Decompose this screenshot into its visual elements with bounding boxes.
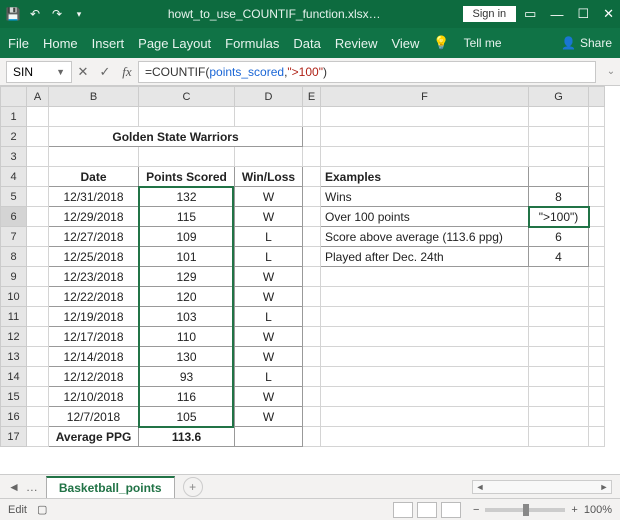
hdr-winloss[interactable]: Win/Loss [235,167,303,187]
view-normal-button[interactable] [393,502,413,518]
sheet-tab-active[interactable]: Basketball_points [46,476,175,498]
minimize-icon[interactable]: — [550,7,563,22]
quick-access-toolbar: 💾 ↶ ↷ ▾ [6,7,86,21]
ribbon-tabs: File Home Insert Page Layout Formulas Da… [0,28,620,58]
file-name: howt_to_use_COUNTIF_function.xlsx… [86,7,463,21]
hdr-points[interactable]: Points Scored [139,167,235,187]
cancel-formula-button[interactable]: ✕ [72,64,94,80]
zoom-slider[interactable] [485,508,565,512]
enter-formula-button[interactable]: ✓ [94,64,116,80]
status-bar: Edit ▢ − + 100% [0,498,620,520]
zoom-in-button[interactable]: + [571,504,577,516]
row-12[interactable]: 12 [1,327,27,347]
sheet-nav-first-icon[interactable]: ◄ [8,480,20,494]
zoom-out-button[interactable]: − [473,504,479,516]
formula-bar: SIN ▼ ✕ ✓ fx =COUNTIF(points_scored,">10… [0,58,620,86]
examples-header[interactable]: Examples [321,167,529,187]
row-8[interactable]: 8 [1,247,27,267]
row-17[interactable]: 17 [1,427,27,447]
row-6[interactable]: 6 [1,207,27,227]
col-blank[interactable] [589,87,605,107]
save-icon[interactable]: 💾 [6,7,20,21]
avg-value[interactable]: 113.6 [139,427,235,447]
col-G[interactable]: G [529,87,589,107]
col-A[interactable]: A [27,87,49,107]
row-10[interactable]: 10 [1,287,27,307]
tab-review[interactable]: Review [335,36,378,51]
points-cell[interactable]: 132 [139,187,235,207]
insert-function-button[interactable]: fx [116,64,138,80]
col-F[interactable]: F [321,87,529,107]
share-icon: 👤 [561,36,576,50]
close-icon[interactable]: ✕ [603,6,614,22]
row-9[interactable]: 9 [1,267,27,287]
wl-cell[interactable]: W [235,187,303,207]
row-7[interactable]: 7 [1,227,27,247]
tell-me[interactable]: Tell me [464,36,502,50]
row-14[interactable]: 14 [1,367,27,387]
undo-icon[interactable]: ↶ [28,7,42,21]
tab-data[interactable]: Data [293,36,320,51]
row-3[interactable]: 3 [1,147,27,167]
row-15[interactable]: 15 [1,387,27,407]
view-pagelayout-button[interactable] [417,502,437,518]
title-cell[interactable]: Golden State Warriors [49,127,303,147]
row-16[interactable]: 16 [1,407,27,427]
row-4[interactable]: 4 [1,167,27,187]
name-box-dropdown-icon[interactable]: ▼ [56,67,65,77]
sign-in-button[interactable]: Sign in [463,6,517,22]
window-controls: ▭ — ☐ ✕ [524,6,614,22]
date-cell[interactable]: 12/31/2018 [49,187,139,207]
avg-label[interactable]: Average PPG [49,427,139,447]
sheet-tab-bar: ◄ … Basketball_points + ◄► [0,474,620,498]
col-B[interactable]: B [49,87,139,107]
select-all[interactable] [1,87,27,107]
tab-home[interactable]: Home [43,36,78,51]
macro-record-icon[interactable]: ▢ [37,503,47,516]
column-headers: A B C D E F G [1,87,605,107]
redo-icon[interactable]: ↷ [50,7,64,21]
share-button[interactable]: 👤Share [561,36,612,50]
row-2[interactable]: 2 [1,127,27,147]
name-box-value: SIN [13,65,33,79]
zoom-level[interactable]: 100% [584,504,612,516]
tab-page-layout[interactable]: Page Layout [138,36,211,51]
sheet-table: A B C D E F G 1 2 Golden State Warriors 3… [0,86,605,447]
active-cell-G6[interactable]: ">100") [529,207,589,227]
ex-label[interactable]: Wins [321,187,529,207]
col-C[interactable]: C [139,87,235,107]
col-D[interactable]: D [235,87,303,107]
tab-file[interactable]: File [8,36,29,51]
expand-formula-bar-icon[interactable]: ⌄ [602,66,620,77]
horizontal-scroll[interactable]: ◄► [203,480,620,494]
row-11[interactable]: 11 [1,307,27,327]
ex-value[interactable]: 8 [529,187,589,207]
sheet-nav-more-icon[interactable]: … [26,480,38,494]
col-E[interactable]: E [303,87,321,107]
tab-insert[interactable]: Insert [92,36,125,51]
name-box[interactable]: SIN ▼ [6,61,72,83]
hdr-date[interactable]: Date [49,167,139,187]
view-pagebreak-button[interactable] [441,502,461,518]
tellme-lightbulb-icon[interactable]: 💡 [433,35,449,51]
qat-customize-icon[interactable]: ▾ [72,7,86,21]
tab-view[interactable]: View [391,36,419,51]
status-mode: Edit [8,504,27,516]
formula-input[interactable]: =COUNTIF(points_scored,">100") [138,61,596,83]
add-sheet-button[interactable]: + [183,477,203,497]
row-5[interactable]: 5 [1,187,27,207]
maximize-icon[interactable]: ☐ [577,6,589,22]
row-1[interactable]: 1 [1,107,27,127]
title-bar: 💾 ↶ ↷ ▾ howt_to_use_COUNTIF_function.xls… [0,0,620,28]
ribbon-display-icon[interactable]: ▭ [524,6,536,22]
worksheet-grid[interactable]: A B C D E F G 1 2 Golden State Warriors 3… [0,86,620,474]
tab-formulas[interactable]: Formulas [225,36,279,51]
row-13[interactable]: 13 [1,347,27,367]
